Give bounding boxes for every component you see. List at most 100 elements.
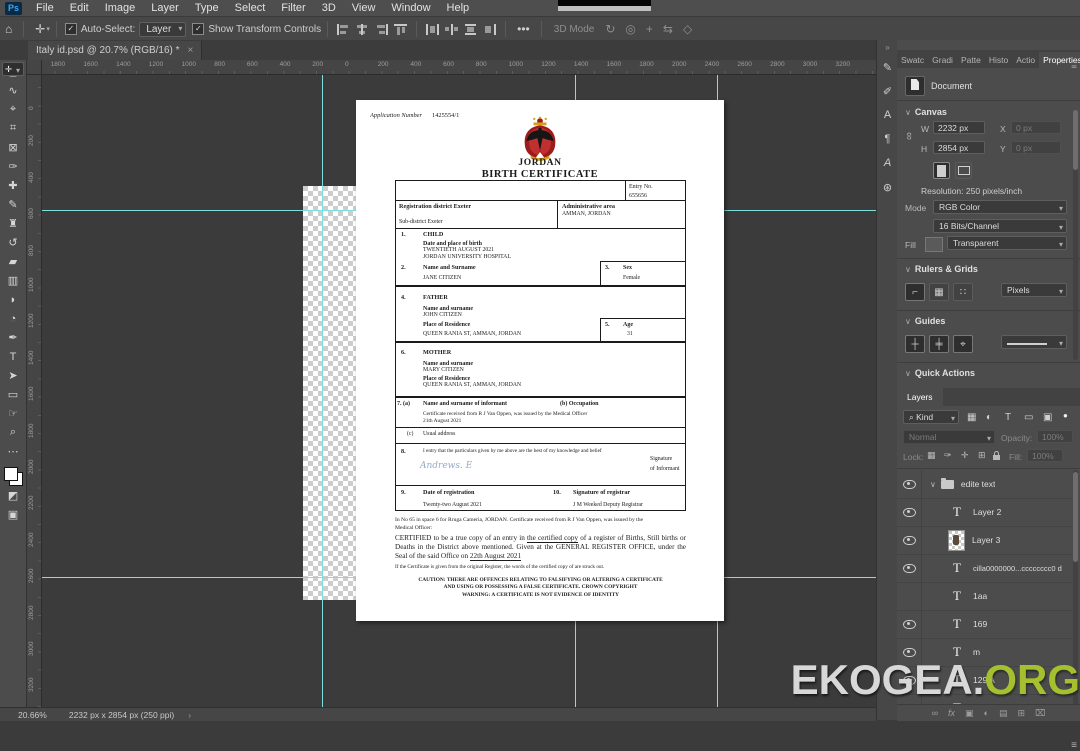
- layer-row-group[interactable]: ∨ edite text: [897, 470, 1073, 499]
- tab-swatc[interactable]: Swatc: [897, 52, 928, 68]
- home-icon[interactable]: ⌂: [0, 22, 17, 36]
- tab-patte[interactable]: Patte: [957, 52, 985, 68]
- ruler-corner[interactable]: [27, 60, 42, 75]
- auto-select-target-dropdown[interactable]: Layer: [139, 21, 187, 37]
- new-layer-icon[interactable]: ⊞: [1017, 708, 1025, 719]
- gradient-tool[interactable]: ▥: [2, 271, 24, 290]
- layer-group-icon[interactable]: ▤: [999, 708, 1008, 719]
- lasso-tool[interactable]: ∿: [2, 81, 24, 100]
- distribute-vertical-icon[interactable]: [464, 23, 478, 35]
- frame-tool[interactable]: ⊠: [2, 138, 24, 157]
- document-tab[interactable]: Italy id.psd @ 20.7% (RGB/16) * ×: [28, 41, 203, 60]
- layer-name[interactable]: 1aa: [973, 591, 987, 601]
- eraser-tool[interactable]: ▰: [2, 252, 24, 271]
- menu-item-select[interactable]: Select: [227, 2, 274, 14]
- screen-mode-icon[interactable]: ▣: [2, 505, 24, 524]
- paragraph-panel-icon[interactable]: ¶: [877, 127, 898, 151]
- menu-item-help[interactable]: Help: [439, 2, 478, 14]
- lock-transparent-icon[interactable]: ▦: [927, 450, 936, 461]
- guides-lock-icon[interactable]: ╪: [929, 335, 949, 353]
- menu-item-filter[interactable]: Filter: [273, 2, 313, 14]
- brush-tool[interactable]: ✎: [2, 195, 24, 214]
- ruler-corner-icon[interactable]: ⌐: [905, 283, 925, 301]
- portrait-orientation-button[interactable]: [933, 162, 950, 179]
- chevron-down-icon[interactable]: ▾: [46, 25, 50, 33]
- rulers-grids-section-header[interactable]: ∨ Rulers & Grids: [905, 264, 978, 274]
- quick-actions-section-header[interactable]: ∨ Quick Actions: [905, 368, 975, 378]
- clone-stamp-tool[interactable]: ♜: [2, 214, 24, 233]
- quick-mask-icon[interactable]: ◩: [2, 486, 24, 505]
- menu-item-3d[interactable]: 3D: [314, 2, 344, 14]
- visibility-toggle[interactable]: [897, 582, 922, 610]
- layer-row[interactable]: Layer 3: [897, 526, 1073, 555]
- show-transform-checkbox[interactable]: ✓: [192, 23, 205, 35]
- depth-select[interactable]: 16 Bits/Channel: [933, 219, 1067, 234]
- menu-item-image[interactable]: Image: [97, 2, 144, 14]
- distribute-center-icon[interactable]: [445, 23, 459, 35]
- layer-name[interactable]: 169: [973, 619, 987, 629]
- guide-vertical-1[interactable]: [322, 74, 323, 707]
- grid-icon[interactable]: ▦: [929, 283, 949, 301]
- document-page[interactable]: Application Number 1425554/1 JORDAN BIRT: [356, 100, 724, 621]
- brushes-panel-icon[interactable]: ✎: [877, 55, 898, 79]
- dodge-tool[interactable]: ◔: [2, 309, 24, 328]
- healing-brush-tool[interactable]: ✚: [2, 176, 24, 195]
- delete-layer-icon[interactable]: ⌧: [1035, 708, 1045, 719]
- character-panel-icon[interactable]: A: [877, 103, 898, 127]
- 3d-orbit-icon[interactable]: ↻: [600, 22, 620, 36]
- align-right-icon[interactable]: [375, 23, 389, 35]
- vertical-ruler[interactable]: 0 200 400 600 800 1000 1200 1400 1600 1800 2000 220…: [27, 74, 42, 707]
- 3d-panel-icon[interactable]: ⊛: [877, 175, 898, 199]
- chevron-down-icon[interactable]: ∨: [930, 480, 936, 489]
- adjustment-layer-icon[interactable]: ◐: [984, 708, 989, 719]
- horizontal-ruler[interactable]: 2000180016001400120010008006004002000200…: [27, 60, 876, 75]
- height-field[interactable]: 2854 px: [933, 141, 985, 154]
- layer-row[interactable]: T 169: [897, 610, 1073, 639]
- type-tool[interactable]: T: [2, 347, 24, 366]
- 3d-slide-icon[interactable]: ⇆: [658, 22, 678, 36]
- lock-position-icon[interactable]: ✛: [961, 450, 969, 461]
- layer-name[interactable]: Layer 3: [972, 535, 1000, 545]
- menu-item-view[interactable]: View: [344, 2, 384, 14]
- status-chevron-icon[interactable]: ›: [188, 710, 191, 720]
- grid-dots-icon[interactable]: ∷: [953, 283, 973, 301]
- rectangle-tool[interactable]: ▭: [2, 385, 24, 404]
- align-left-icon[interactable]: [337, 23, 351, 35]
- move-tool[interactable]: ✛: [2, 62, 24, 77]
- filter-kind-select[interactable]: ⌕ Kind: [903, 410, 959, 425]
- visibility-toggle[interactable]: [897, 470, 922, 498]
- menu-item-edit[interactable]: Edit: [62, 2, 97, 14]
- layer-mask-icon[interactable]: ▣: [965, 708, 974, 719]
- tab-layers[interactable]: Layers: [897, 388, 943, 406]
- zoom-level[interactable]: 20.66%: [18, 710, 47, 720]
- distribute-right-icon[interactable]: [483, 23, 497, 35]
- filter-pin-icon[interactable]: ●: [1063, 411, 1068, 420]
- lock-all-icon[interactable]: [993, 451, 1000, 460]
- glyphs-panel-icon[interactable]: A: [877, 151, 898, 175]
- align-center-icon[interactable]: [356, 23, 370, 35]
- menu-item-file[interactable]: File: [28, 2, 62, 14]
- layer-name[interactable]: edite text: [961, 479, 996, 489]
- tab-histo[interactable]: Histo: [985, 52, 1012, 68]
- filter-type-icon[interactable]: T: [1005, 412, 1011, 423]
- visibility-toggle[interactable]: [897, 610, 922, 638]
- pen-tool[interactable]: ✒: [2, 328, 24, 347]
- blur-tool[interactable]: ◗: [2, 290, 24, 309]
- object-selection-tool[interactable]: ⌖: [2, 100, 24, 119]
- properties-scrollbar[interactable]: [1073, 110, 1078, 360]
- layer-effects-icon[interactable]: fx: [948, 708, 955, 719]
- menu-item-window[interactable]: Window: [383, 2, 438, 14]
- close-icon[interactable]: ×: [188, 45, 194, 56]
- path-selection-tool[interactable]: ➤: [2, 366, 24, 385]
- 3d-camera-icon[interactable]: ◇: [678, 22, 697, 36]
- canvas-section-header[interactable]: ∨ Canvas: [905, 107, 947, 117]
- width-field[interactable]: 2232 px: [933, 121, 985, 134]
- 3d-pan-icon[interactable]: +: [641, 22, 658, 36]
- menu-item-layer[interactable]: Layer: [143, 2, 187, 14]
- lock-artboard-icon[interactable]: ⊞: [978, 450, 986, 461]
- align-top-icon[interactable]: [394, 23, 408, 35]
- visibility-toggle[interactable]: [897, 554, 922, 582]
- landscape-orientation-button[interactable]: [955, 162, 972, 179]
- filter-smart-object-icon[interactable]: ▣: [1043, 412, 1052, 423]
- edit-toolbar-icon[interactable]: ⋯: [2, 442, 24, 461]
